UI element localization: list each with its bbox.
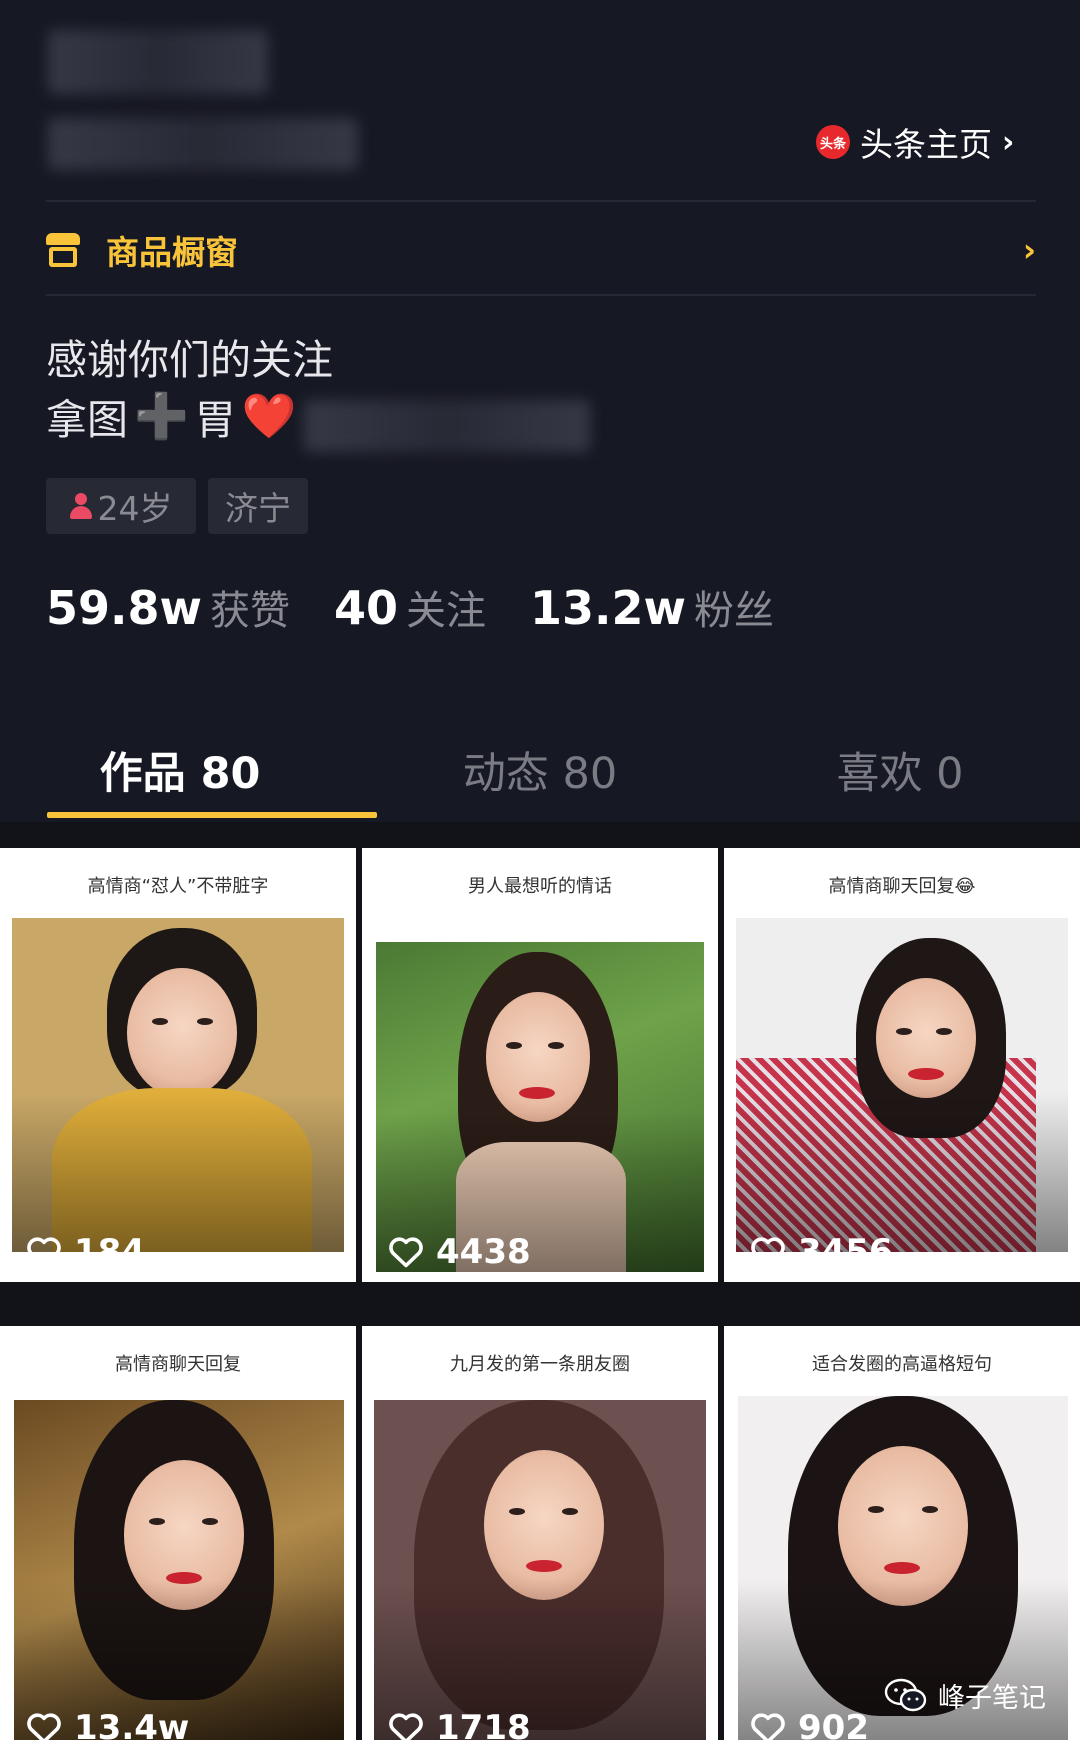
shop-icon	[46, 233, 80, 267]
heart-outline-icon	[751, 1713, 785, 1740]
tab-likes[interactable]: 喜欢 0	[720, 720, 1080, 820]
watermark: 峰子笔记	[884, 1676, 1046, 1715]
heart-outline-icon	[27, 1713, 61, 1740]
likes-counter: 13.4w	[26, 1708, 189, 1740]
likes-count: 13.4w	[74, 1708, 190, 1740]
bio-line-2: 拿图 ➕ 胃 ❤️	[46, 386, 297, 446]
thumbnail-caption: 男人最想听的情话	[468, 876, 612, 897]
bio-text: 拿图	[46, 396, 128, 444]
likes-counter: 1718	[388, 1708, 531, 1740]
heart-emoji: ❤️	[241, 391, 297, 442]
tab-works[interactable]: 作品 80	[0, 720, 360, 820]
toutiao-icon: 头条	[816, 125, 850, 159]
thumbnail-caption: 高情商聊天回复😂	[828, 876, 976, 897]
thumbnail-caption: 适合发圈的高逼格短句	[812, 1354, 992, 1375]
plus-emoji: ➕	[134, 391, 189, 442]
video-thumbnail[interactable]: 男人最想听的情话 4438	[362, 848, 718, 1282]
video-grid: 高情商“怼人”不带脏字 184 男人最想听的情话 4438 高情商聊天回复😂 3…	[0, 822, 1080, 1740]
thumbnail-photo	[736, 918, 1068, 1252]
thumbnail-photo	[374, 1400, 706, 1740]
likes-counter: 4438	[388, 1232, 531, 1272]
stat-label: 获赞	[210, 588, 290, 634]
stat-following[interactable]: 40 关注	[334, 578, 486, 636]
active-tab-indicator	[47, 812, 377, 818]
tab-label: 动态 80	[462, 749, 618, 799]
watermark-text: 峰子笔记	[938, 1683, 1046, 1714]
likes-count: 1718	[436, 1708, 531, 1740]
product-showcase-label: 商品橱窗	[106, 233, 238, 272]
heart-outline-icon	[27, 1237, 61, 1268]
city-tag: 济宁	[208, 478, 308, 534]
heart-outline-icon	[389, 1237, 423, 1268]
stat-value: 40	[334, 581, 399, 635]
stat-likes[interactable]: 59.8w 获赞	[46, 578, 290, 636]
tab-label: 喜欢 0	[836, 749, 964, 799]
video-thumbnail[interactable]: 高情商聊天回复 13.4w	[0, 1326, 356, 1740]
toutiao-homepage-label: 头条主页	[860, 125, 992, 164]
thumbnail-caption: 高情商聊天回复	[115, 1354, 241, 1375]
toutiao-homepage-link[interactable]: 头条 头条主页 ›	[816, 118, 1014, 166]
likes-count: 184	[74, 1232, 145, 1272]
likes-count: 902	[798, 1708, 869, 1740]
stat-value: 59.8w	[46, 581, 202, 635]
stat-fans[interactable]: 13.2w 粉丝	[530, 578, 774, 636]
likes-count: 4438	[436, 1232, 531, 1272]
age-tag: 24岁	[46, 478, 196, 534]
tab-label: 作品 80	[99, 749, 261, 799]
video-thumbnail[interactable]: 高情商聊天回复😂 3456	[724, 848, 1080, 1282]
stat-value: 13.2w	[530, 581, 687, 635]
video-thumbnail[interactable]: 九月发的第一条朋友圈 1718	[362, 1326, 718, 1740]
chevron-right-icon: ›	[1002, 124, 1015, 160]
stat-label: 粉丝	[694, 588, 775, 634]
likes-counter: 184	[26, 1232, 145, 1272]
age-label: 24岁	[97, 489, 173, 528]
chevron-right-icon: ›	[1022, 231, 1036, 269]
city-label: 济宁	[225, 489, 291, 528]
video-thumbnail[interactable]: 高情商“怼人”不带脏字 184	[0, 848, 356, 1282]
bio-line-1: 感谢你们的关注	[46, 336, 333, 384]
wechat-icon	[884, 1678, 927, 1711]
product-showcase-row[interactable]: 商品橱窗 ›	[46, 222, 1036, 278]
bio-text: 胃	[194, 396, 236, 444]
blurred-bio-text	[304, 400, 590, 452]
thumbnail-caption: 高情商“怼人”不带脏字	[87, 876, 269, 897]
profile-stats: 59.8w 获赞 40 关注 13.2w 粉丝	[46, 578, 818, 636]
thumbnail-photo	[14, 1400, 344, 1740]
divider	[46, 200, 1036, 202]
stat-label: 关注	[406, 588, 487, 634]
heart-outline-icon	[751, 1237, 785, 1268]
thumbnail-caption: 九月发的第一条朋友圈	[450, 1354, 630, 1375]
likes-counter: 902	[750, 1708, 869, 1740]
divider	[46, 294, 1036, 296]
thumbnail-photo	[12, 918, 344, 1252]
person-icon	[69, 493, 92, 519]
likes-counter: 3456	[750, 1232, 893, 1272]
content-tabs: 作品 80 动态 80 喜欢 0	[0, 720, 1080, 820]
blurred-username	[48, 30, 268, 94]
thumbnail-photo	[376, 942, 704, 1272]
heart-outline-icon	[389, 1713, 423, 1740]
tab-updates[interactable]: 动态 80	[360, 720, 720, 820]
blurred-user-id	[48, 118, 358, 170]
likes-count: 3456	[798, 1232, 893, 1272]
